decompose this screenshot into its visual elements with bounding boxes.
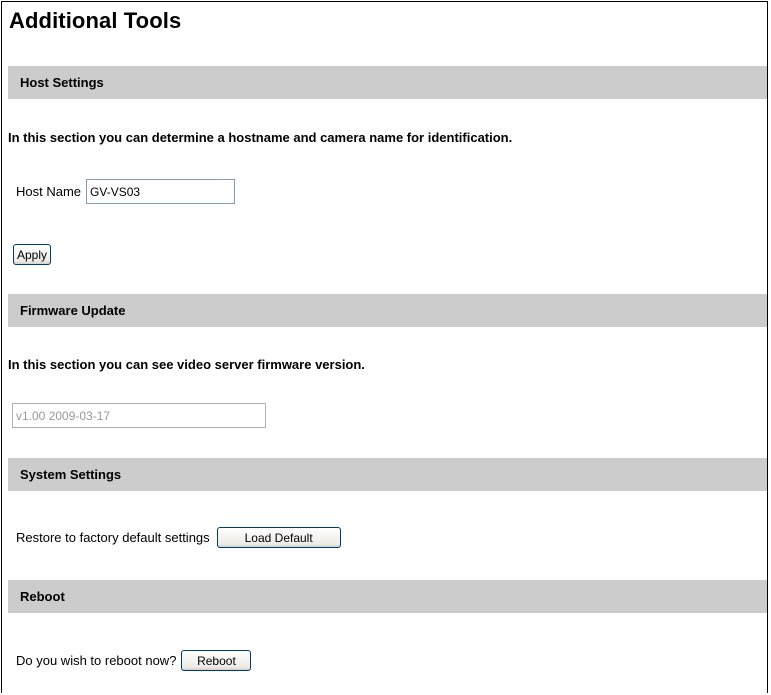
firmware-update-description: In this section you can see video server… <box>8 357 365 372</box>
page-frame: Additional Tools Host Settings In this s… <box>1 1 768 693</box>
reboot-question-label: Do you wish to reboot now? <box>16 653 177 668</box>
firmware-version-field <box>12 403 266 428</box>
system-settings-header: System Settings <box>8 458 767 491</box>
host-settings-header: Host Settings <box>8 66 767 99</box>
reboot-button[interactable]: Reboot <box>181 650 252 671</box>
reboot-row: Do you wish to reboot now? Reboot <box>16 650 252 671</box>
host-settings-header-label: Host Settings <box>20 75 104 90</box>
host-settings-description: In this section you can determine a host… <box>8 130 513 145</box>
apply-row: Apply <box>13 244 52 265</box>
system-settings-header-label: System Settings <box>20 467 122 482</box>
host-name-row: Host Name <box>16 179 236 204</box>
restore-row: Restore to factory default settings Load… <box>16 527 341 548</box>
reboot-header: Reboot <box>8 580 767 613</box>
firmware-version-row <box>12 403 266 428</box>
host-name-input[interactable] <box>86 179 236 204</box>
restore-label: Restore to factory default settings <box>16 530 210 545</box>
page-title: Additional Tools <box>9 8 182 33</box>
host-name-label: Host Name <box>16 184 82 199</box>
reboot-header-label: Reboot <box>20 589 65 604</box>
firmware-update-header-label: Firmware Update <box>20 303 126 318</box>
apply-button[interactable]: Apply <box>13 244 52 265</box>
firmware-update-header: Firmware Update <box>8 294 767 327</box>
load-default-button[interactable]: Load Default <box>216 527 341 548</box>
